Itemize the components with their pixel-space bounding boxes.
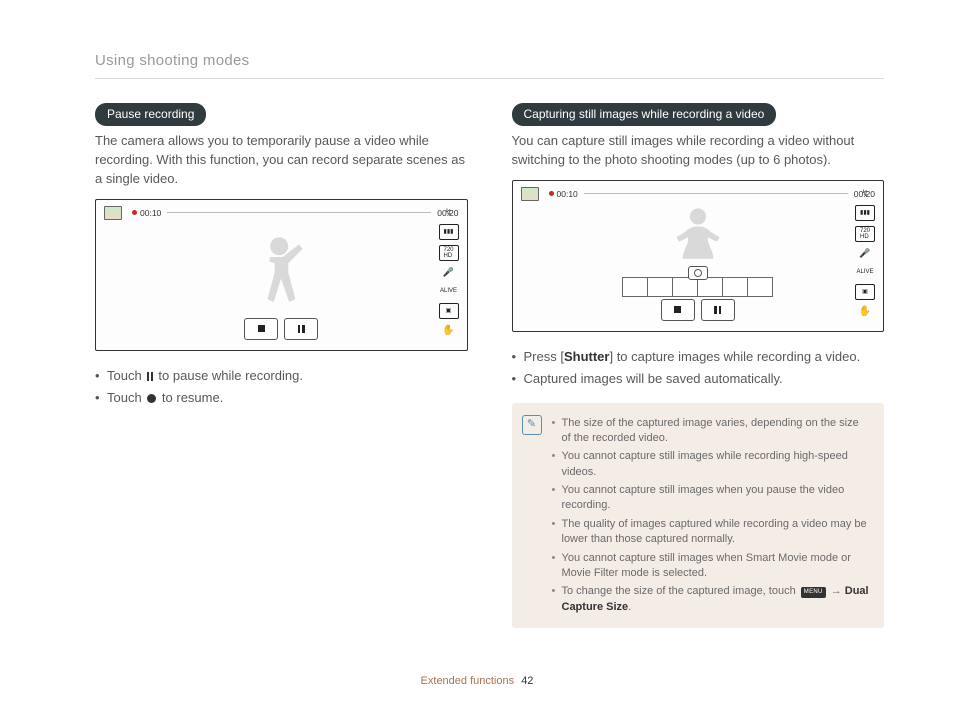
page-number: 42	[521, 675, 533, 687]
frame-slot	[622, 277, 648, 297]
resolution-icon: 720HD	[439, 245, 459, 261]
progress-bar	[167, 212, 431, 213]
stabilizer-icon: ✋	[442, 324, 454, 339]
capture-description: You can capture still images while recor…	[512, 132, 885, 170]
alive-icon: ALIVE	[856, 265, 874, 279]
pause-button[interactable]	[701, 299, 735, 321]
instruction-pause: Touch to pause while recording.	[95, 367, 468, 386]
stop-button[interactable]	[661, 299, 695, 321]
pill-pause-recording: Pause recording	[95, 103, 206, 126]
menu-icon: MENU	[801, 587, 826, 597]
capture-mode-icon: ▣	[855, 284, 875, 300]
elapsed-time: 00:10	[140, 207, 161, 219]
mode-thumbnail	[104, 206, 122, 220]
footer-section-label: Extended functions	[421, 675, 515, 687]
instruction-press-shutter: Press [Shutter] to capture images while …	[512, 348, 885, 367]
instruction-auto-save: Captured images will be saved automatica…	[512, 370, 885, 389]
frame-slot	[747, 277, 773, 297]
note-item: You cannot capture still images when you…	[552, 483, 871, 514]
capture-mode-icon: ▣	[439, 303, 459, 319]
mode-thumbnail	[521, 187, 539, 201]
stop-button[interactable]	[244, 318, 278, 340]
frame-slot	[697, 277, 723, 297]
mic-off-icon: 🎤	[859, 247, 870, 260]
right-column: Capturing still images while recording a…	[512, 103, 885, 628]
status-icon-column: ↯ ▮▮▮ 720HD 🎤 ALIVE ▣ ✋	[437, 206, 461, 344]
frame-slot	[722, 277, 748, 297]
frame-slot	[672, 277, 698, 297]
progress-bar	[584, 193, 848, 194]
alive-icon: ALIVE	[440, 284, 458, 298]
elapsed-time: 00:10	[557, 188, 578, 200]
captured-frames-strip	[623, 277, 773, 297]
section-header: Using shooting modes	[95, 50, 884, 79]
page-footer: Extended functions 42	[0, 674, 954, 690]
flash-off-icon: ↯	[861, 187, 869, 200]
instruction-resume: Touch to resume.	[95, 389, 468, 408]
record-indicator-icon	[132, 210, 137, 215]
pause-description: The camera allows you to temporarily pau…	[95, 132, 468, 189]
two-column-layout: Pause recording The camera allows you to…	[95, 103, 884, 628]
record-icon	[147, 394, 156, 403]
note-item: The size of the captured image varies, d…	[552, 416, 871, 447]
note-icon: ✎	[522, 415, 542, 435]
record-indicator-icon	[549, 191, 554, 196]
stabilizer-icon: ✋	[859, 305, 871, 320]
note-item: The quality of images captured while rec…	[552, 517, 871, 548]
pause-screenshot: 00:10 00:20 ↯ ▮▮▮ 720HD 🎤 ALIVE ▣ ✋	[95, 199, 468, 351]
flash-off-icon: ↯	[445, 206, 453, 219]
left-column: Pause recording The camera allows you to…	[95, 103, 468, 628]
capture-screenshot: 00:10 00:20 ↯ ▮▮▮ 720HD 🎤 ALIVE ▣ ✋	[512, 180, 885, 332]
pill-capturing-stills: Capturing still images while recording a…	[512, 103, 777, 126]
subject-silhouette	[236, 230, 326, 320]
mic-off-icon: 🎤	[443, 266, 454, 279]
camera-icon	[688, 266, 708, 280]
pause-button[interactable]	[284, 318, 318, 340]
note-box: ✎ The size of the captured image varies,…	[512, 403, 885, 629]
frame-slot	[647, 277, 673, 297]
battery-icon: ▮▮▮	[855, 205, 875, 221]
note-item: You cannot capture still images while re…	[552, 449, 871, 480]
status-icon-column: ↯ ▮▮▮ 720HD 🎤 ALIVE ▣ ✋	[853, 187, 877, 325]
note-item: You cannot capture still images when Sma…	[552, 551, 871, 582]
note-item: To change the size of the captured image…	[552, 584, 871, 615]
battery-icon: ▮▮▮	[439, 224, 459, 240]
resolution-icon: 720HD	[855, 226, 875, 242]
pause-icon	[147, 372, 153, 381]
